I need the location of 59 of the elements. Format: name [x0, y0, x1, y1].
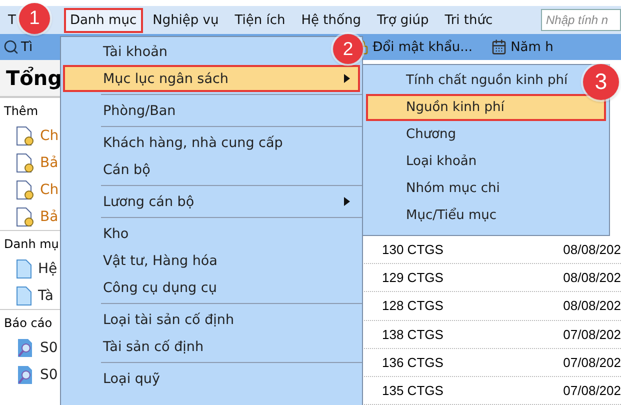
panel-link[interactable]: Hệ [38, 260, 58, 276]
table-cell-text: 07/08/202 [562, 354, 621, 370]
panel-link[interactable]: S0 [40, 366, 58, 382]
panel-link[interactable]: Tà [38, 288, 54, 304]
document-icon [16, 258, 32, 278]
table-cell-text: 08/08/202 [562, 270, 621, 286]
menu-item[interactable]: Loại quỹ [63, 365, 164, 392]
menu-item[interactable]: Mục lục ngân sách [63, 65, 360, 92]
menu-item[interactable]: Mục/Tiểu mục [366, 202, 501, 229]
table-cell-text: 128 CTGS [381, 298, 444, 314]
menu-item[interactable]: Loại tài sản cố định [63, 306, 238, 333]
new-document-icon [16, 206, 34, 226]
new-document-icon [16, 126, 34, 146]
report-icon [16, 364, 34, 384]
table-cell-text: 129 CTGS [381, 270, 444, 286]
menu-item[interactable]: Tài sản cố định [63, 333, 208, 360]
search-field[interactable]: Nhập tính n [541, 9, 621, 31]
table-cell-text: 08/08/202 [562, 242, 621, 258]
menu-bar-item[interactable]: Hệ thống [295, 8, 367, 32]
menu-item[interactable]: Khách hàng, nhà cung cấp [63, 129, 287, 156]
document-icon [16, 286, 32, 306]
menu-item[interactable]: Kho [63, 220, 133, 247]
menu-bar-item[interactable]: Nghiệp vụ [146, 8, 225, 32]
menu-bar-item[interactable]: Tiện ích [228, 8, 292, 32]
toolbar-button[interactable]: Năm h [490, 39, 554, 55]
table-cell-text: 130 CTGS [381, 242, 444, 258]
new-document-icon [16, 152, 34, 172]
panel-link[interactable]: Bả [40, 208, 58, 224]
menu-bar-item[interactable]: Trợ giúp [370, 8, 435, 32]
table-cell-text: 07/08/202 [562, 326, 621, 342]
menu-item[interactable]: Nguồn kinh phí [366, 94, 606, 121]
table-cell-text: 135 CTGS [381, 382, 444, 398]
menu-bar-item[interactable]: Tri thức [438, 8, 499, 32]
menu-item[interactable]: Chương [366, 121, 460, 148]
menu-item[interactable]: Cán bộ [63, 156, 154, 183]
table-cell-text: 08/08/202 [562, 298, 621, 314]
toolbar-button[interactable]: Tì [3, 39, 33, 55]
menu-bar-item[interactable]: T [2, 8, 22, 32]
calendar-icon [490, 39, 507, 55]
report-icon [16, 338, 34, 358]
panel-link[interactable]: S0 [40, 340, 58, 356]
panel-link[interactable]: Ch [40, 182, 59, 198]
menu-item[interactable]: Lương cán bộ [63, 188, 198, 215]
menu-item[interactable]: Tính chất nguồn kinh phí [366, 67, 572, 94]
menu-item[interactable]: Vật tư, Hàng hóa [63, 247, 222, 274]
panel-link[interactable]: Bả [40, 154, 58, 170]
menu-item[interactable]: Loại khoản [366, 148, 481, 175]
panel-link[interactable]: Ch [40, 128, 59, 144]
menu-item[interactable]: Công cụ dụng cụ [63, 274, 221, 301]
table-cell-text: 136 CTGS [381, 354, 444, 370]
menu-item[interactable]: Tài khoản [63, 38, 172, 65]
panel-title: Tổng [0, 60, 60, 97]
table-cell-text: 138 CTGS [381, 326, 444, 342]
new-document-icon [16, 180, 34, 200]
menu-item[interactable]: Phòng/Ban [63, 97, 180, 124]
menu-item[interactable]: Nhóm mục chi [366, 175, 504, 202]
table-cell-text: 07/08/202 [562, 382, 621, 398]
search-icon [3, 39, 19, 55]
menu-bar-item[interactable]: Danh mục [64, 8, 143, 32]
